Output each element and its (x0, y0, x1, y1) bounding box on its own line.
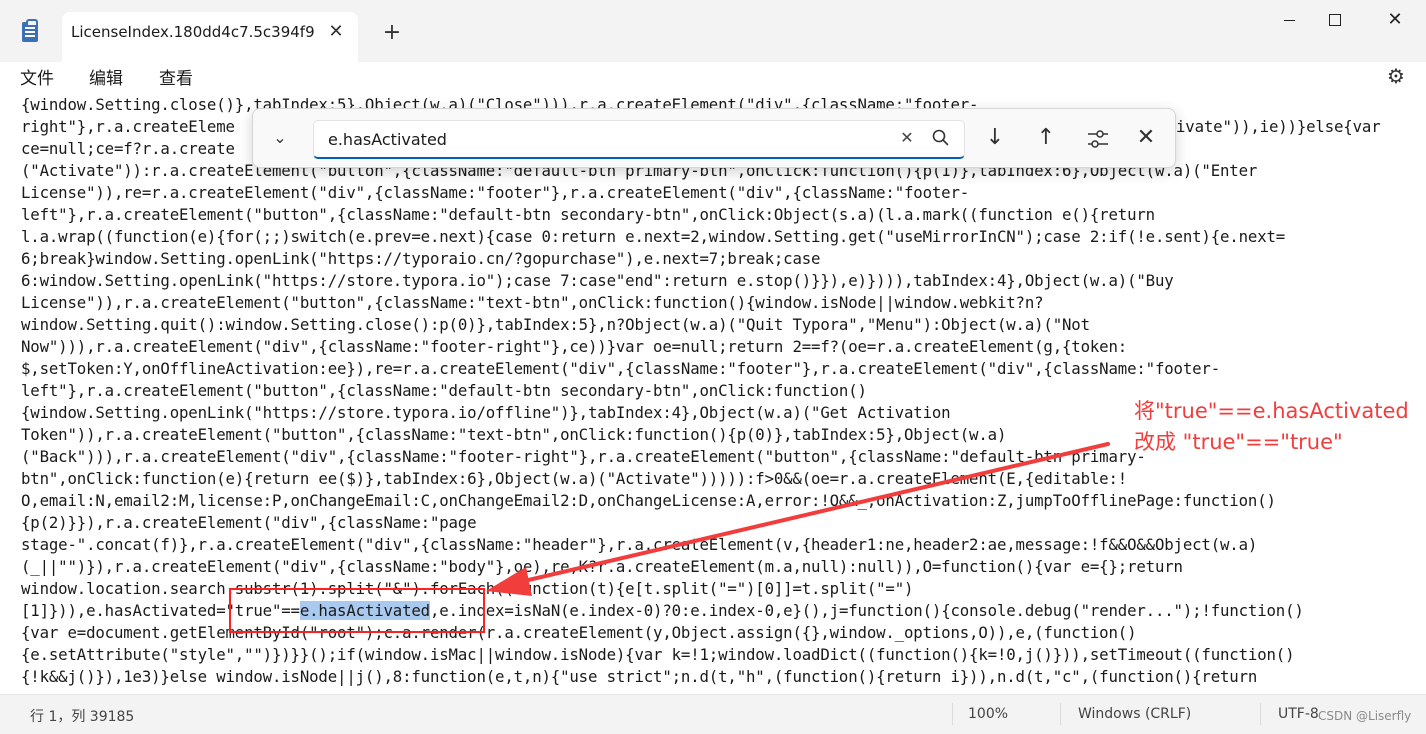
code-line: window.Setting.quit():window.Setting.clo… (21, 315, 1090, 334)
maximize-button[interactable] (1312, 0, 1358, 40)
find-input[interactable] (326, 127, 890, 151)
code-line: l.a.wrap((function(e){for(;;)switch(e.pr… (21, 227, 1286, 246)
minimize-icon (1283, 19, 1295, 21)
code-line: left"},r.a.createElement("button",{class… (21, 205, 1155, 224)
tab-close-icon[interactable]: ✕ (325, 21, 347, 43)
code-line: {var e=document.getElementById("root");c… (21, 623, 1137, 642)
menu-bar: 文件 编辑 查看 ⚙ (0, 62, 1426, 94)
code-line: ("Back"))),r.a.createElement("div",{clas… (21, 447, 1146, 466)
status-divider (1260, 703, 1261, 725)
find-next-icon[interactable]: ↓ (980, 123, 1010, 153)
annotation-text-line1: 将"true"==e.hasActivated (1134, 399, 1409, 423)
notepad-app-icon (22, 19, 38, 42)
close-icon: ✕ (1387, 9, 1403, 30)
annotation-text-line2: 改成 "true"=="true" (1134, 430, 1343, 454)
toggle-replace-chevron-icon[interactable]: ⌄ (267, 125, 293, 151)
search-icon[interactable] (930, 127, 952, 149)
find-bar: ⌄ ✕ ↓ ↑ ✕ (252, 108, 1176, 168)
watermark: CSDN @Liserfly (1318, 709, 1412, 723)
maximize-icon (1329, 14, 1341, 26)
code-line: Now"))),r.a.createElement("div",{classNa… (21, 337, 1128, 356)
code-line: License")),r.a.createElement("button",{c… (21, 293, 1044, 312)
code-line: [1]})),e.hasActivated="true"==e.hasActiv… (21, 600, 1304, 622)
new-tab-icon[interactable]: + (380, 21, 404, 45)
code-line: {p(2)}}),r.a.createElement("div",{classN… (21, 513, 477, 532)
code-line: (_||"")}),r.a.createElement("div",{class… (21, 557, 1183, 576)
find-input-container: ✕ (313, 120, 965, 159)
clear-search-icon[interactable]: ✕ (896, 127, 918, 149)
status-bar: 行 1，列 39185 100% Windows (CRLF) UTF-8 CS… (0, 694, 1426, 734)
find-previous-icon[interactable]: ↑ (1031, 123, 1061, 153)
code-line-tail: ivate")),ie))}else{var (1176, 117, 1381, 136)
code-line: ce=null;ce=f?r.a.create (21, 139, 235, 158)
text-editor[interactable]: {window.Setting.close()},tabIndex:5},Obj… (0, 94, 1426, 694)
code-line: {e.setAttribute("style","")})}}();if(win… (21, 645, 1295, 664)
menu-edit[interactable]: 编辑 (89, 64, 123, 89)
menu-view[interactable]: 查看 (159, 64, 193, 89)
settings-gear-icon[interactable]: ⚙ (1384, 64, 1408, 88)
encoding[interactable]: UTF-8 (1278, 706, 1319, 722)
tab-title: LicenseIndex.180dd4c7.5c394f9a.cl (71, 23, 315, 41)
code-line: O,email:N,email2:M,license:P,onChangeEma… (21, 491, 1276, 510)
code-line: btn",onClick:function(e){return ee($)},t… (21, 469, 1128, 488)
zoom-level[interactable]: 100% (968, 706, 1008, 722)
code-line: $,setToken:Y,onOfflineActivation:ee}),re… (21, 359, 1221, 378)
code-line: {!k&&j()}),1e3)}else window.isNode||j(),… (21, 667, 1258, 686)
code-line: License")),re=r.a.createElement("div",{c… (21, 183, 970, 202)
minimize-button[interactable] (1266, 0, 1312, 40)
line-ending[interactable]: Windows (CRLF) (1078, 706, 1191, 722)
code-line: left"},r.a.createElement("button",{class… (21, 381, 867, 400)
code-line: 6;break}window.Setting.openLink("https:/… (21, 249, 821, 268)
title-bar: LicenseIndex.180dd4c7.5c394f9a.cl ✕ + ✕ (0, 0, 1426, 62)
code-line: right"},r.a.createEleme (21, 117, 235, 136)
close-find-icon[interactable]: ✕ (1131, 123, 1161, 153)
annotation-highlight-box (229, 588, 485, 633)
code-line: stage-".concat(f)},r.a.createElement("di… (21, 535, 1258, 554)
find-options-icon[interactable] (1083, 124, 1113, 154)
cursor-position: 行 1，列 39185 (30, 709, 135, 725)
code-segment: ,e.index=isNaN(e.index-0)?0:e.index-0,e}… (429, 601, 1304, 620)
code-line: {window.Setting.openLink("https://store.… (21, 403, 951, 422)
close-window-button[interactable]: ✕ (1372, 0, 1418, 40)
status-divider (952, 703, 953, 725)
status-divider (1060, 703, 1061, 725)
file-tab[interactable]: LicenseIndex.180dd4c7.5c394f9a.cl ✕ (62, 12, 358, 62)
menu-file[interactable]: 文件 (20, 64, 54, 89)
code-line: Token")),r.a.createElement("button",{cla… (21, 425, 1007, 444)
code-line: 6:window.Setting.openLink("https://store… (21, 271, 1174, 290)
